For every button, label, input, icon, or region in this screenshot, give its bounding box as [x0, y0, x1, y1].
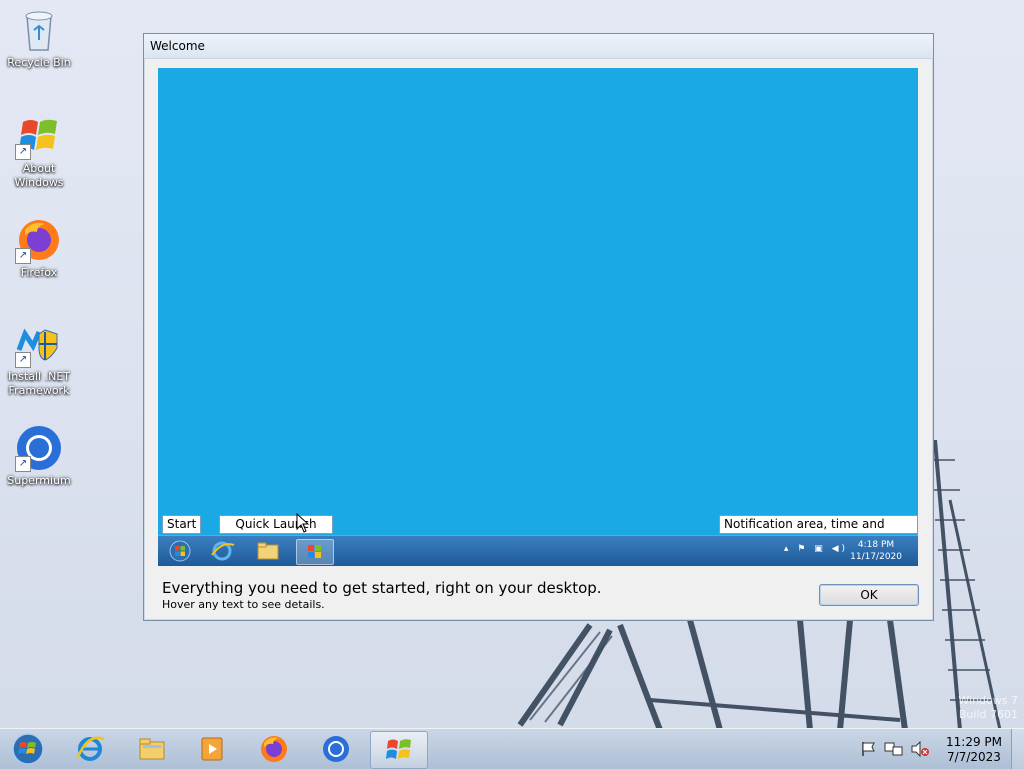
preview-ie-icon — [204, 539, 240, 563]
welcome-message: Everything you need to get started, righ… — [162, 579, 602, 597]
desktop-icon-firefox[interactable]: ↗ Firefox — [2, 216, 76, 280]
shortcut-arrow-icon: ↗ — [15, 248, 31, 264]
mouse-cursor-icon — [296, 513, 310, 533]
desktop-icon-label: About Windows — [14, 162, 64, 189]
desktop-preview: Start Quick Launch Notification area, ti… — [158, 68, 918, 566]
preview-taskbar: ▴ ⚑ ▣ ◀) 4:18 PM 11/17/2020 — [158, 535, 918, 566]
preview-tray-icons: ▴ ⚑ ▣ ◀) — [783, 544, 848, 554]
welcome-hint: Hover any text to see details. — [162, 598, 325, 611]
quick-launch-label[interactable]: Quick Launch — [219, 515, 333, 534]
watermark-line2: Build 7601 — [958, 708, 1018, 721]
start-button[interactable] — [0, 731, 56, 767]
taskbar-supermium[interactable] — [308, 731, 364, 767]
desktop-icon-label: Install .NET Framework — [7, 370, 70, 397]
taskbar-media-player[interactable] — [184, 731, 240, 767]
preview-clock-date: 11/17/2020 — [850, 552, 902, 562]
start-label[interactable]: Start — [162, 515, 202, 534]
preview-welcome-icon — [296, 539, 334, 565]
network-icon[interactable] — [884, 741, 904, 757]
notification-tray — [860, 741, 930, 757]
taskbar-firefox[interactable] — [246, 731, 302, 767]
taskbar-windows-explorer[interactable] — [124, 731, 180, 767]
preview-start-orb — [162, 539, 198, 563]
windows-logo-icon: ↗ — [15, 112, 63, 160]
welcome-window: Welcome Start Quick Launch Notification … — [143, 33, 934, 621]
recycle-bin-icon — [15, 6, 63, 54]
media-player-icon — [201, 737, 223, 761]
shortcut-arrow-icon: ↗ — [15, 456, 31, 472]
notification-area-label[interactable]: Notification area, time and date — [719, 515, 918, 548]
supermium-icon: ↗ — [15, 424, 63, 472]
action-center-flag-icon[interactable] — [860, 741, 878, 757]
window-title: Welcome — [150, 39, 205, 53]
shortcut-arrow-icon: ↗ — [15, 144, 31, 160]
desktop-icon-recycle-bin[interactable]: Recycle Bin — [2, 6, 76, 70]
desktop-icon-label: Supermium — [7, 474, 71, 487]
desktop-icon-about-windows[interactable]: ↗ About Windows — [2, 112, 76, 190]
ok-button[interactable]: OK — [819, 584, 919, 606]
windows-watermark: Windows 7 Build 7601 — [958, 694, 1018, 722]
shortcut-arrow-icon: ↗ — [15, 352, 31, 368]
clock-time: 11:29 PM — [946, 735, 1002, 749]
taskbar-internet-explorer[interactable] — [62, 731, 118, 767]
preview-clock-time: 4:18 PM — [857, 540, 895, 550]
watermark-line1: Windows 7 — [958, 694, 1018, 707]
desktop-icon-supermium[interactable]: ↗ Supermium — [2, 424, 76, 488]
taskbar-clock[interactable]: 11:29 PM 7/7/2023 — [942, 735, 1006, 765]
preview-explorer-icon — [250, 539, 286, 563]
folder-icon — [139, 738, 165, 760]
firefox-icon: ↗ — [15, 216, 63, 264]
supermium-icon — [323, 736, 349, 762]
clock-date: 7/7/2023 — [947, 750, 1001, 764]
internet-explorer-icon — [76, 736, 105, 761]
windows-logo-icon — [386, 739, 411, 759]
firefox-icon — [261, 736, 287, 762]
desktop-icon-label: Firefox — [20, 266, 58, 279]
preview-clock: 4:18 PM 11/17/2020 — [850, 539, 902, 563]
taskbar-welcome-center[interactable] — [370, 731, 428, 769]
taskbar: 11:29 PM 7/7/2023 — [0, 728, 1024, 769]
show-desktop-button[interactable] — [1011, 729, 1024, 769]
dotnet-installer-icon: ↗ — [15, 320, 63, 368]
desktop-icon-dotnet[interactable]: ↗ Install .NET Framework — [2, 320, 76, 398]
window-titlebar[interactable]: Welcome — [144, 34, 933, 59]
volume-muted-icon[interactable] — [910, 741, 930, 757]
desktop-icon-label: Recycle Bin — [7, 56, 71, 69]
